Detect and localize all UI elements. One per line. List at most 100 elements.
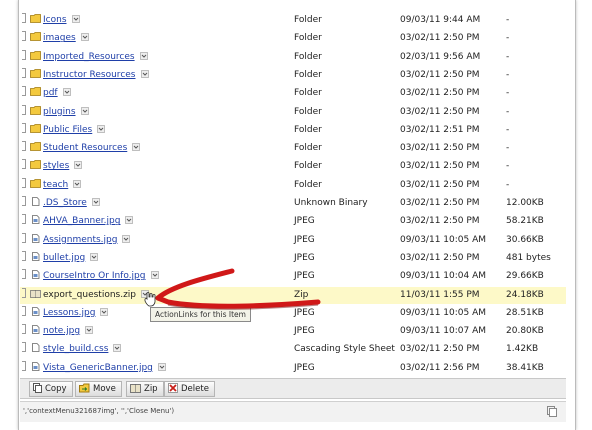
file-name-link[interactable]: CourseIntro Or Info.jpg	[43, 271, 146, 281]
folder-icon	[30, 105, 43, 117]
action-links-icon[interactable]	[85, 253, 99, 263]
row-select-checkbox[interactable]	[22, 287, 26, 298]
file-size: 58.21KB	[506, 216, 544, 227]
file-name-link[interactable]: style_build.css	[43, 344, 108, 354]
row-select-checkbox[interactable]	[22, 232, 26, 243]
delete-button[interactable]: Delete	[164, 381, 215, 397]
file-name-link[interactable]: teach	[43, 180, 68, 190]
file-name-link[interactable]: pdf	[43, 88, 58, 98]
table-row[interactable]: Public Files Folder 03/02/11 2:51 PM -	[20, 122, 566, 139]
action-links-icon[interactable]	[68, 179, 82, 190]
table-row[interactable]: export_questions.zip Zip 11/03/11 1:55 PM 2…	[20, 286, 566, 304]
action-links-icon[interactable]	[108, 344, 122, 354]
action-links-icon[interactable]	[92, 124, 106, 135]
table-row[interactable]: Assignments.jpg JPEG 09/03/11 10:05 AM 30.6…	[20, 232, 566, 249]
table-row[interactable]: CourseIntro Or Info.jpg JPEG 09/03/11 10:0…	[20, 268, 566, 285]
row-select-checkbox[interactable]	[22, 360, 26, 371]
file-name-link[interactable]: plugins	[43, 107, 76, 117]
action-links-icon[interactable]	[80, 326, 93, 336]
file-size: 30.66KB	[506, 234, 544, 245]
table-row[interactable]: Icons Folder 09/03/11 9:44 AM -	[20, 12, 566, 29]
row-select-checkbox[interactable]	[22, 196, 26, 206]
file-name-link[interactable]: Vista_GenericBanner.jpg	[43, 363, 153, 373]
file-name-cell: Instructor Resources	[22, 67, 149, 84]
file-size: -	[506, 33, 510, 44]
file-name-link[interactable]: note.jpg	[43, 326, 80, 336]
row-select-checkbox[interactable]	[22, 31, 26, 42]
action-links-icon[interactable]	[58, 88, 71, 98]
table-row[interactable]: AHVA_Banner.jpg JPEG 03/02/11 2:50 PM 58.21…	[20, 213, 566, 230]
table-row[interactable]: images Folder 03/02/11 2:50 PM -	[20, 30, 566, 47]
action-links-icon[interactable]	[76, 106, 89, 117]
file-name-link[interactable]: .DS_Store	[43, 198, 87, 208]
table-row[interactable]: Imported_Resources Folder 02/03/11 9:56 AM…	[20, 49, 566, 66]
file-name-link[interactable]: styles	[43, 161, 69, 171]
file-type: Folder	[294, 124, 322, 135]
row-select-checkbox[interactable]	[22, 13, 26, 23]
action-links-icon[interactable]	[67, 15, 80, 25]
row-select-checkbox[interactable]	[22, 67, 26, 78]
file-name-link[interactable]: Lessons.jpg	[43, 308, 95, 318]
action-links-icon[interactable]	[87, 198, 100, 208]
action-links-icon[interactable]	[127, 143, 141, 153]
file-name-link[interactable]: export_questions.zip	[43, 290, 136, 300]
row-select-checkbox[interactable]	[22, 324, 26, 335]
action-links-icon[interactable]	[120, 216, 134, 226]
action-links-icon[interactable]	[76, 33, 89, 43]
row-select-checkbox[interactable]	[22, 214, 26, 225]
file-type: JPEG	[294, 326, 315, 337]
row-select-checkbox[interactable]	[22, 269, 26, 280]
table-row[interactable]: plugins Folder 03/02/11 2:50 PM -	[20, 104, 566, 121]
row-select-checkbox[interactable]	[22, 141, 26, 152]
status-page-icon	[547, 406, 557, 417]
row-select-checkbox[interactable]	[22, 342, 26, 353]
table-row[interactable]: Instructor Resources Folder 03/02/11 2:50 …	[20, 67, 566, 84]
zip-icon	[130, 384, 141, 393]
table-row[interactable]: Lessons.jpg JPEG 09/03/11 10:05 AM 28.51KB	[20, 305, 566, 322]
table-row[interactable]: Student Resources Folder 03/02/11 2:50 PM -	[20, 140, 566, 157]
file-name-link[interactable]: Public Files	[43, 125, 92, 135]
action-links-icon[interactable]	[95, 307, 109, 318]
file-name-link[interactable]: Instructor Resources	[43, 70, 136, 80]
zip-button[interactable]: Zip	[126, 381, 164, 397]
row-select-checkbox[interactable]	[22, 104, 26, 115]
table-row[interactable]: Vista_GenericBanner.jpg JPEG 03/02/11 2:56…	[20, 360, 566, 377]
row-select-checkbox[interactable]	[22, 177, 26, 188]
file-name-link[interactable]: Imported_Resources	[43, 52, 135, 62]
action-links-icon[interactable]	[136, 289, 149, 300]
file-name-cell: Public Files	[22, 122, 106, 139]
row-select-checkbox[interactable]	[22, 86, 26, 97]
table-row[interactable]: teach Folder 03/02/11 2:50 PM -	[20, 177, 566, 194]
file-name-link[interactable]: images	[43, 33, 76, 43]
table-row[interactable]: note.jpg JPEG 09/03/11 10:07 AM 20.80KB	[20, 323, 566, 340]
file-date: 03/02/11 2:50 PM	[400, 88, 480, 99]
action-links-icon[interactable]	[136, 70, 149, 80]
file-type: Folder	[294, 106, 322, 117]
row-select-checkbox[interactable]	[22, 49, 26, 60]
file-date: 03/02/11 2:50 PM	[400, 344, 480, 355]
move-button[interactable]: Move	[75, 381, 122, 397]
file-name-link[interactable]: bullet.jpg	[43, 253, 85, 263]
action-links-icon[interactable]	[146, 271, 159, 281]
file-name-link[interactable]: Icons	[43, 15, 67, 25]
row-select-checkbox[interactable]	[22, 305, 26, 316]
table-row[interactable]: .DS_Store Unknown Binary 03/02/11 2:50 PM 1…	[20, 195, 566, 212]
table-row[interactable]: bullet.jpg JPEG 03/02/11 2:50 PM 481 bytes	[20, 250, 566, 267]
copy-button[interactable]: Copy	[29, 381, 73, 397]
action-links-icon[interactable]	[69, 161, 83, 171]
file-name-link[interactable]: Student Resources	[43, 143, 127, 153]
table-row[interactable]: style_build.css Cascading Style Sheet 03/0…	[20, 341, 566, 358]
action-links-icon[interactable]	[153, 362, 166, 373]
file-date: 03/02/11 2:50 PM	[400, 216, 480, 227]
file-name-cell: CourseIntro Or Info.jpg	[22, 268, 159, 285]
row-select-checkbox[interactable]	[22, 159, 26, 170]
table-row[interactable]: pdf Folder 03/02/11 2:50 PM -	[20, 85, 566, 102]
file-name-link[interactable]: Assignments.jpg	[43, 235, 117, 245]
table-row[interactable]: styles Folder 03/02/11 2:50 PM -	[20, 158, 566, 175]
row-select-checkbox[interactable]	[22, 122, 26, 133]
action-links-icon[interactable]	[117, 234, 131, 245]
action-links-icon[interactable]	[135, 51, 148, 62]
image-file-icon	[30, 361, 43, 373]
row-select-checkbox[interactable]	[22, 250, 26, 261]
file-name-link[interactable]: AHVA_Banner.jpg	[43, 216, 120, 226]
